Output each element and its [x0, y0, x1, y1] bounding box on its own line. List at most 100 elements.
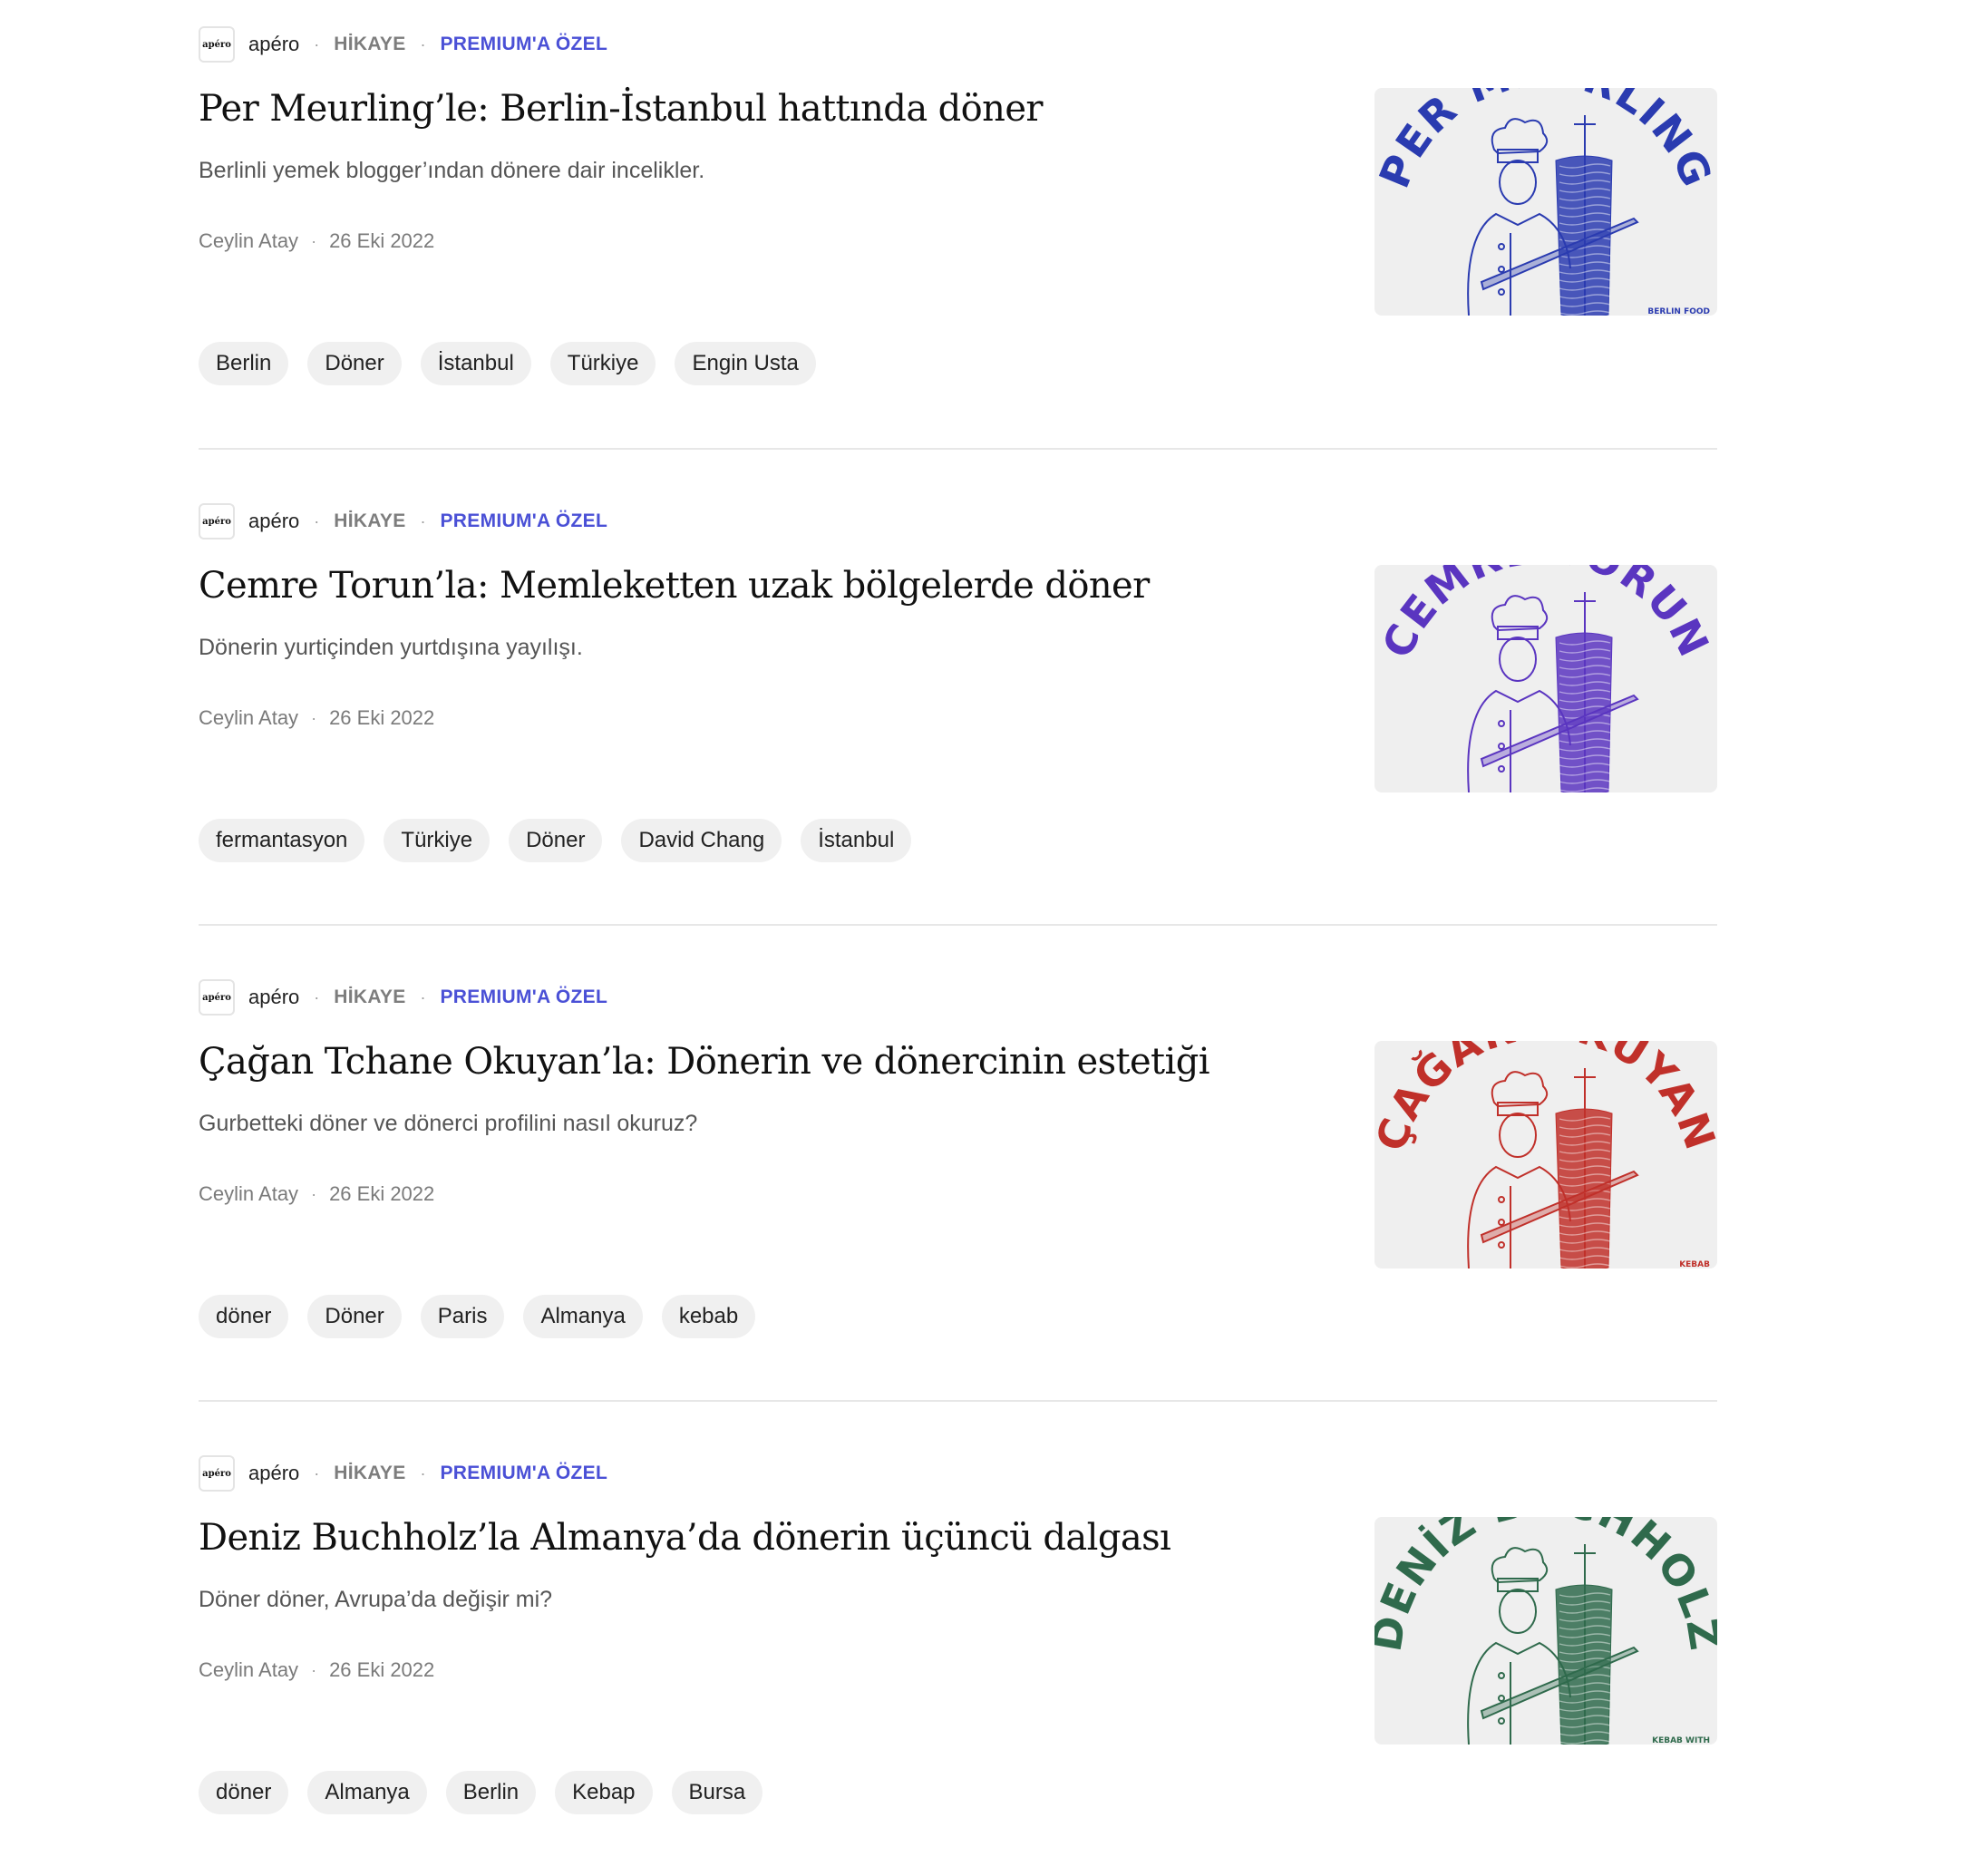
doner-spit-icon — [1555, 115, 1613, 316]
article-title[interactable]: Deniz Buchholz’la Almanya’da dönerin üçü… — [199, 1517, 1171, 1559]
tag-chip[interactable]: İstanbul — [801, 819, 912, 862]
article-subtitle[interactable]: Döner döner, Avrupa’da değişir mi? — [199, 1587, 552, 1613]
category-label[interactable]: HİKAYE — [334, 510, 405, 532]
tag-chip[interactable]: Türkiye — [384, 819, 490, 862]
separator-dot: · — [314, 34, 320, 53]
article-subtitle[interactable]: Berlinli yemek blogger’ından dönere dair… — [199, 158, 704, 184]
premium-badge: PREMIUM'A ÖZEL — [440, 510, 608, 531]
tag-chip[interactable]: Almanya — [307, 1771, 427, 1814]
doner-illustration: PER MEURLING BERLIN FOOD — [1374, 88, 1717, 316]
chef-figure-icon — [1467, 1547, 1639, 1745]
separator-dot: · — [314, 1463, 320, 1482]
article-title[interactable]: Per Meurling’le: Berlin-İstanbul hattınd… — [199, 88, 1044, 130]
tag-chip[interactable]: döner — [199, 1295, 289, 1338]
publication-name[interactable]: apéro — [248, 1462, 299, 1485]
separator-dot: · — [311, 231, 317, 250]
tag-list: Berlin Döner İstanbul Türkiye Engin Usta — [199, 342, 816, 385]
separator-dot: · — [314, 987, 320, 1006]
publication-logo[interactable]: apéro — [199, 503, 235, 539]
tag-chip[interactable]: kebab — [661, 1295, 756, 1338]
separator-dot: · — [311, 708, 317, 727]
article-meta: apéro apéro · HİKAYE · PREMIUM'A ÖZEL — [199, 977, 607, 1017]
article-byline: Ceylin Atay · 26 Eki 2022 — [199, 706, 434, 730]
premium-badge: PREMIUM'A ÖZEL — [440, 34, 608, 54]
separator-dot: · — [420, 511, 426, 530]
tag-chip[interactable]: Almanya — [523, 1295, 643, 1338]
tag-chip[interactable]: David Chang — [621, 819, 782, 862]
tag-chip[interactable]: Berlin — [445, 1771, 537, 1814]
author-name[interactable]: Ceylin Atay — [199, 706, 298, 730]
article-card[interactable]: apéro apéro · HİKAYE · PREMIUM'A ÖZEL De… — [199, 1400, 1717, 1876]
tag-chip[interactable]: Paris — [420, 1295, 505, 1338]
doner-illustration: DENİZ BUCHHOLZ KEBAB WITH — [1374, 1517, 1717, 1745]
tag-chip[interactable]: Bursa — [671, 1771, 763, 1814]
publication-name[interactable]: apéro — [248, 986, 299, 1009]
tag-chip[interactable]: Berlin — [199, 342, 289, 385]
premium-badge: PREMIUM'A ÖZEL — [440, 1463, 608, 1483]
chef-figure-icon — [1467, 118, 1639, 316]
article-title[interactable]: Cemre Torun’la: Memleketten uzak bölgele… — [199, 565, 1150, 607]
publication-name[interactable]: apéro — [248, 510, 299, 533]
chef-figure-icon — [1467, 595, 1639, 792]
tag-list: döner Döner Paris Almanya kebab — [199, 1295, 756, 1338]
article-meta: apéro apéro · HİKAYE · PREMIUM'A ÖZEL — [199, 501, 607, 541]
separator-dot: · — [311, 1184, 317, 1203]
author-name[interactable]: Ceylin Atay — [199, 229, 298, 253]
tag-chip[interactable]: Türkiye — [549, 342, 656, 385]
author-name[interactable]: Ceylin Atay — [199, 1182, 298, 1206]
tag-chip[interactable]: Döner — [307, 342, 402, 385]
tag-list: fermantasyon Türkiye Döner David Chang İ… — [199, 819, 912, 862]
doner-spit-icon — [1555, 592, 1613, 792]
publish-date: 26 Eki 2022 — [329, 706, 435, 729]
publish-date: 26 Eki 2022 — [329, 229, 435, 252]
category-label[interactable]: HİKAYE — [334, 34, 405, 55]
article-card[interactable]: apéro apéro · HİKAYE · PREMIUM'A ÖZEL Ce… — [199, 448, 1717, 924]
corner-caption-text: KEBAB — [1679, 1260, 1710, 1268]
publish-date: 26 Eki 2022 — [329, 1182, 435, 1205]
article-subtitle[interactable]: Dönerin yurtiçinden yurtdışına yayılışı. — [199, 635, 583, 661]
publish-date: 26 Eki 2022 — [329, 1658, 435, 1681]
category-label[interactable]: HİKAYE — [334, 1463, 405, 1484]
separator-dot: · — [314, 511, 320, 530]
doner-illustration: CEMRE TORUN — [1374, 565, 1717, 792]
article-feed: apéro apéro · HİKAYE · PREMIUM'A ÖZEL Pe… — [199, 0, 1717, 1876]
chef-figure-icon — [1467, 1071, 1639, 1268]
article-card[interactable]: apéro apéro · HİKAYE · PREMIUM'A ÖZEL Ça… — [199, 924, 1717, 1400]
article-thumbnail[interactable]: PER MEURLING BERLIN FOOD — [1374, 88, 1717, 316]
publication-logo[interactable]: apéro — [199, 1455, 235, 1492]
author-name[interactable]: Ceylin Atay — [199, 1658, 298, 1682]
tag-chip[interactable]: fermantasyon — [199, 819, 365, 862]
article-thumbnail[interactable]: CEMRE TORUN — [1374, 565, 1717, 792]
premium-badge: PREMIUM'A ÖZEL — [440, 987, 608, 1007]
article-thumbnail[interactable]: DENİZ BUCHHOLZ KEBAB WITH — [1374, 1517, 1717, 1745]
tag-chip[interactable]: İstanbul — [420, 342, 531, 385]
separator-dot: · — [420, 987, 426, 1006]
corner-caption-text: BERLIN FOOD — [1647, 307, 1710, 316]
article-byline: Ceylin Atay · 26 Eki 2022 — [199, 1182, 434, 1206]
category-label[interactable]: HİKAYE — [334, 987, 405, 1008]
article-thumbnail[interactable]: ÇAĞAN OKUYANKEBAB — [1374, 1041, 1717, 1268]
tag-chip[interactable]: Engin Usta — [675, 342, 816, 385]
article-meta: apéro apéro · HİKAYE · PREMIUM'A ÖZEL — [199, 1453, 607, 1493]
doner-spit-icon — [1555, 1068, 1613, 1268]
article-card[interactable]: apéro apéro · HİKAYE · PREMIUM'A ÖZEL Pe… — [199, 0, 1717, 448]
tag-list: döner Almanya Berlin Kebap Bursa — [199, 1771, 763, 1814]
tag-chip[interactable]: Döner — [509, 819, 603, 862]
article-subtitle[interactable]: Gurbetteki döner ve dönerci profilini na… — [199, 1111, 697, 1137]
publication-logo[interactable]: apéro — [199, 26, 235, 63]
separator-dot: · — [420, 34, 426, 53]
article-meta: apéro apéro · HİKAYE · PREMIUM'A ÖZEL — [199, 24, 607, 64]
tag-chip[interactable]: Kebap — [555, 1771, 653, 1814]
article-byline: Ceylin Atay · 26 Eki 2022 — [199, 1658, 434, 1682]
tag-chip[interactable]: Döner — [307, 1295, 402, 1338]
arc-name-text: PER MEURLING — [1374, 88, 1717, 195]
publication-name[interactable]: apéro — [248, 33, 299, 56]
publication-logo[interactable]: apéro — [199, 979, 235, 1016]
separator-dot: · — [311, 1660, 317, 1679]
article-byline: Ceylin Atay · 26 Eki 2022 — [199, 229, 434, 253]
corner-caption-text: KEBAB WITH — [1652, 1736, 1710, 1745]
tag-chip[interactable]: döner — [199, 1771, 289, 1814]
article-title[interactable]: Çağan Tchane Okuyan’la: Dönerin ve döner… — [199, 1041, 1210, 1083]
doner-illustration: ÇAĞAN OKUYANKEBAB — [1374, 1041, 1717, 1268]
arc-name-text: DENİZ BUCHHOLZ — [1374, 1517, 1717, 1655]
